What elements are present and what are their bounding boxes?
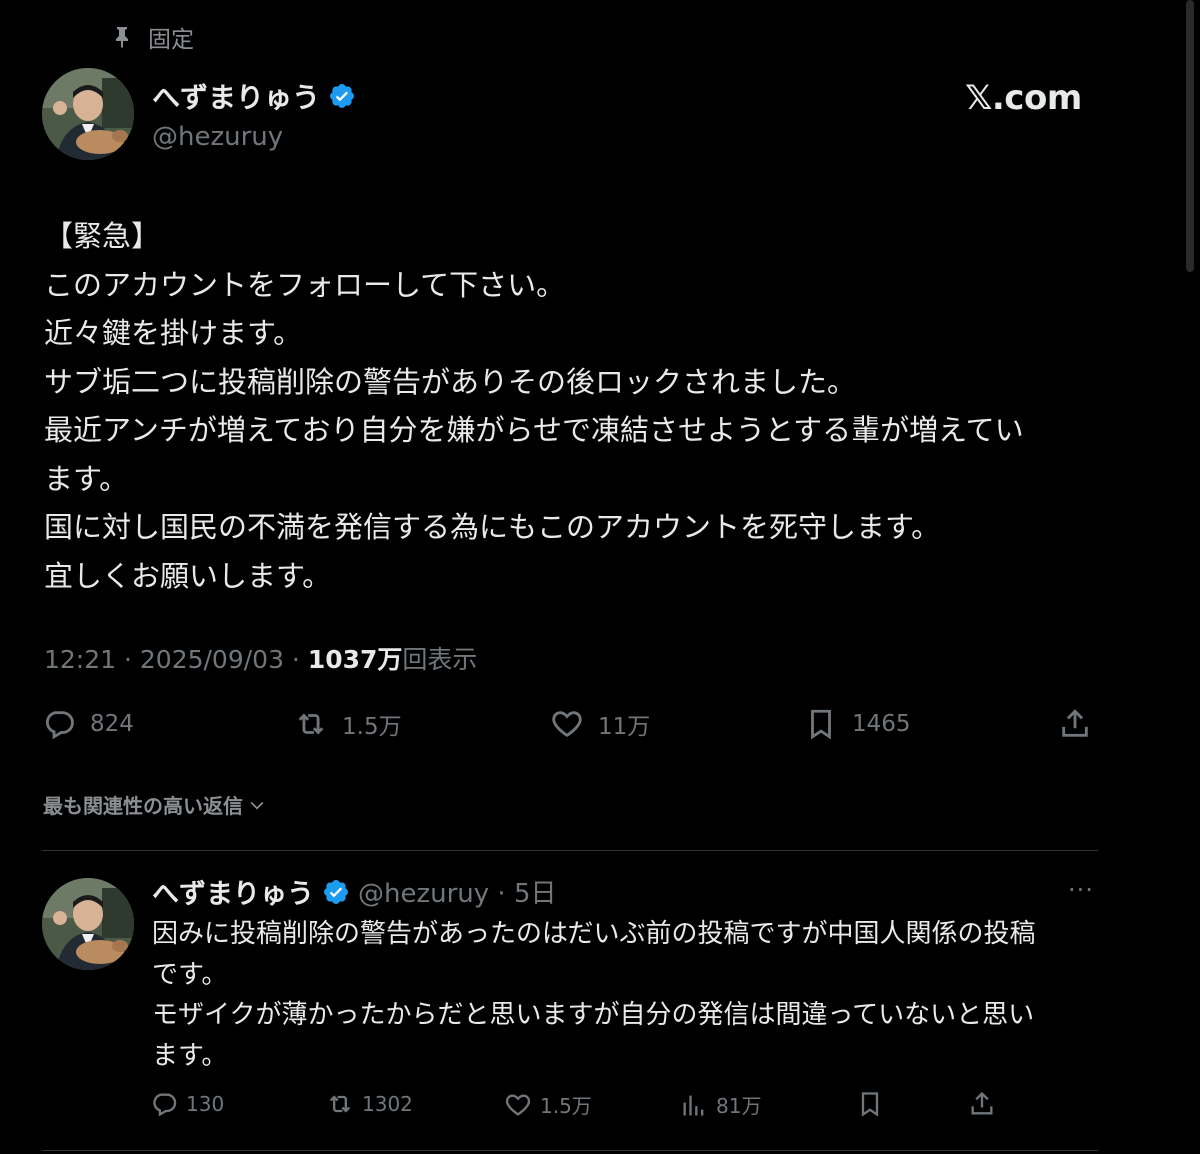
repost-icon: [329, 1095, 351, 1113]
reply-views-button[interactable]: 81万: [680, 1090, 761, 1119]
repost-icon: [298, 713, 324, 735]
sort-label: 最も関連性の高い返信: [43, 794, 243, 818]
scrollbar[interactable]: [1186, 0, 1194, 272]
bookmark-icon: [811, 709, 831, 740]
reply-icon: [153, 1093, 177, 1117]
reply-text: 因みに投稿削除の警告があったのはだいぶ前の投稿ですが中国人関係の投稿 です。 モ…: [152, 919, 1036, 1071]
reply-count: 824: [90, 711, 134, 737]
more-options-icon[interactable]: ···: [1068, 876, 1094, 904]
reply-share-button[interactable]: [968, 1090, 996, 1118]
reply-actions: 130 1302 1.5万 81万: [150, 1088, 1010, 1124]
reply-author-row: へずまりゅう @hezuruy · 5日: [152, 872, 557, 911]
reply-reply-count: 130: [186, 1092, 225, 1116]
divider: [42, 850, 1098, 851]
verified-badge-icon: [324, 879, 348, 904]
tweet-meta: 12:21 · 2025/09/03 · 1037万回表示: [44, 640, 477, 676]
share-button[interactable]: [1058, 707, 1092, 741]
chevron-down-icon: [250, 801, 264, 810]
tweet-text: 【緊急】 このアカウントをフォローして下さい。 近々鍵を掛けます。 サブ垢二つに…: [44, 219, 1024, 593]
analytics-icon: [683, 1095, 704, 1115]
tweet-actions: 824 1.5万 11万 1465: [42, 705, 1102, 749]
reply-author-name[interactable]: へずまりゅう: [152, 872, 314, 911]
repost-button[interactable]: 1.5万: [294, 707, 402, 741]
bookmark-button[interactable]: 1465: [804, 707, 911, 741]
reply-avatar-image: [42, 878, 134, 970]
reply-views-count: 81万: [716, 1094, 762, 1118]
reply-reply-button[interactable]: 130: [150, 1090, 224, 1118]
reply-icon: [45, 711, 74, 740]
reply-bookmark-button[interactable]: [856, 1090, 884, 1118]
author-name[interactable]: へずまりゅう: [152, 76, 320, 116]
author-block: へずまりゅう @hezuruy: [152, 76, 356, 152]
tweet-views: 1037万: [307, 645, 403, 674]
like-count: 11万: [598, 714, 651, 740]
author-handle[interactable]: @hezuruy: [152, 122, 356, 152]
reply-handle-time[interactable]: @hezuruy · 5日: [358, 873, 557, 910]
bookmark-icon: [861, 1092, 879, 1117]
reply-avatar[interactable]: [42, 878, 134, 970]
views-suffix: 回表示: [402, 645, 478, 674]
share-icon: [971, 1091, 993, 1115]
tweet-time[interactable]: 12:21 · 2025/09/03 ·: [44, 645, 308, 674]
avatar-image: [42, 68, 134, 160]
avatar[interactable]: [42, 68, 134, 160]
divider: [42, 1150, 1098, 1151]
reply-sort-dropdown[interactable]: 最も関連性の高い返信: [43, 790, 267, 819]
pin-icon: [116, 27, 128, 48]
x-watermark: 𝕏.com: [965, 78, 1082, 118]
heart-icon: [505, 1093, 531, 1116]
reply-repost-count: 1302: [362, 1092, 413, 1116]
reply-like-count: 1.5万: [540, 1094, 592, 1118]
reply-repost-button[interactable]: 1302: [326, 1090, 413, 1118]
like-button[interactable]: 11万: [550, 707, 650, 741]
verified-badge-icon: [330, 84, 354, 108]
repost-count: 1.5万: [342, 714, 402, 740]
reply-like-button[interactable]: 1.5万: [504, 1090, 592, 1119]
heart-icon: [552, 711, 582, 738]
share-icon: [1062, 709, 1088, 737]
reply-button[interactable]: 824: [42, 707, 134, 741]
author-name-row[interactable]: へずまりゅう: [152, 76, 356, 116]
pinned-indicator: 固定: [110, 20, 194, 54]
bookmark-count: 1465: [852, 711, 911, 737]
pinned-label: 固定: [148, 27, 194, 53]
